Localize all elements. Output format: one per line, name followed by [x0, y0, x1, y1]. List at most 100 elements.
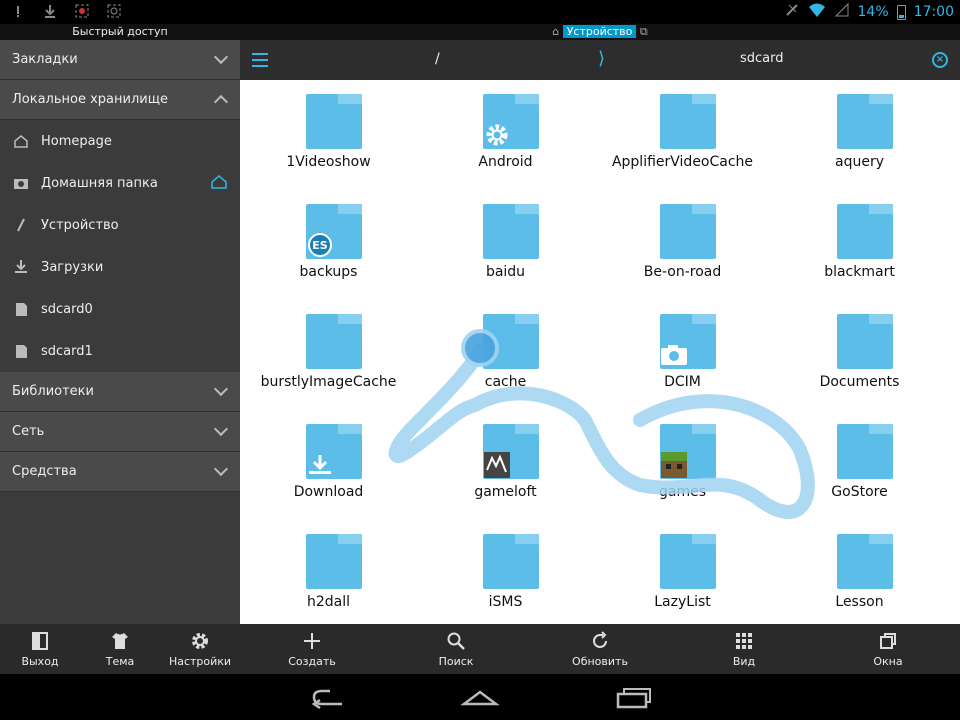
folder-icon — [660, 534, 716, 589]
folder-item[interactable]: ES backups — [240, 190, 417, 300]
home-button[interactable] — [460, 684, 500, 710]
view-button[interactable]: Вид — [672, 624, 816, 674]
section-local-storage[interactable]: Локальное хранилище — [0, 80, 240, 120]
sidebar-item-sdcard0[interactable]: sdcard0 — [0, 288, 240, 330]
refresh-icon — [593, 630, 607, 648]
folder-item[interactable]: gameloft — [417, 410, 594, 520]
folder-item[interactable]: baidu — [417, 190, 594, 300]
section-bookmarks[interactable]: Закладки — [0, 40, 240, 80]
settings-label: Настройки — [168, 654, 232, 668]
sidebar-item-homepage[interactable]: Homepage — [0, 120, 240, 162]
svg-text:ES: ES — [312, 239, 328, 252]
folder-label: DCIM — [664, 374, 701, 390]
folder-label: GoStore — [831, 484, 888, 500]
folder-icon — [483, 534, 539, 589]
sidebar-title: Быстрый доступ — [0, 24, 240, 40]
folder-icon — [837, 314, 893, 369]
folder-item[interactable]: h2dall — [240, 520, 417, 630]
section-network[interactable]: Сеть — [0, 412, 240, 452]
folder-label: 1Videoshow — [286, 154, 371, 170]
menu-icon[interactable] — [252, 53, 268, 67]
folder-item[interactable]: Be-on-road — [594, 190, 771, 300]
path-bar: / ⟩ sdcard × — [240, 40, 960, 80]
close-icon[interactable]: × — [932, 52, 948, 68]
section-label: Локальное хранилище — [12, 92, 168, 107]
windows-icon — [880, 632, 896, 649]
folder-item[interactable]: GoStore — [771, 410, 948, 520]
camera-folder-icon — [12, 174, 30, 192]
folder-icon — [837, 424, 893, 479]
theme-button[interactable]: Тема — [80, 624, 160, 674]
path-root[interactable]: / — [435, 51, 440, 67]
folder-item[interactable]: burstlyImageCache — [240, 300, 417, 410]
sidebar-item-label: Загрузки — [41, 259, 104, 275]
folder-label: cache — [484, 374, 527, 390]
folder-icon: ES — [306, 204, 362, 259]
navigation-bar — [0, 674, 960, 720]
folder-item[interactable]: Download — [240, 410, 417, 520]
folder-item[interactable]: Lesson — [771, 520, 948, 630]
chevron-down-icon — [213, 461, 229, 477]
section-label: Закладки — [12, 52, 78, 67]
section-tools[interactable]: Средства — [0, 452, 240, 492]
home-icon[interactable] — [210, 174, 228, 194]
folder-icon — [660, 204, 716, 259]
windows-button[interactable]: Окна — [816, 624, 960, 674]
home-nav-icon — [460, 690, 500, 706]
sidebar-item-downloads[interactable]: Загрузки — [0, 246, 240, 288]
search-button[interactable]: Поиск — [384, 624, 528, 674]
folder-label: burstlyImageCache — [260, 374, 397, 390]
exit-button[interactable]: Выход — [0, 624, 80, 674]
folder-icon — [660, 94, 716, 149]
folder-item[interactable]: Android — [417, 80, 594, 190]
section-libraries[interactable]: Библиотеки — [0, 372, 240, 412]
folder-item[interactable]: games — [594, 410, 771, 520]
sidebar-item-home-folder[interactable]: Домашняя папка — [0, 162, 240, 204]
back-button[interactable] — [308, 684, 348, 710]
folder-icon — [483, 94, 539, 149]
exit-icon — [32, 631, 48, 650]
sidebar-item-sdcard1[interactable]: sdcard1 — [0, 330, 240, 372]
refresh-button[interactable]: Обновить — [528, 624, 672, 674]
main-toolbar: Создать Поиск Обновить Вид Окна — [240, 624, 960, 674]
folder-item[interactable]: Documents — [771, 300, 948, 410]
sidebar-item-label: Домашняя папка — [41, 175, 158, 191]
section-label: Сеть — [12, 424, 45, 439]
recent-apps-button[interactable] — [614, 684, 654, 710]
sidebar-item-device[interactable]: Устройство — [0, 204, 240, 246]
folder-label: Be-on-road — [643, 264, 722, 280]
folder-icon — [306, 534, 362, 589]
path-current[interactable]: sdcard — [740, 51, 784, 66]
no-sim-icon — [784, 2, 800, 22]
battery-icon — [896, 4, 906, 20]
wifi-icon — [808, 2, 826, 22]
grid-view-icon — [736, 632, 752, 649]
folder-item[interactable]: blackmart — [771, 190, 948, 300]
folder-item[interactable]: iSMS — [417, 520, 594, 630]
folder-label: Documents — [819, 374, 900, 390]
folder-item[interactable]: cache — [417, 300, 594, 410]
folder-item[interactable]: DCIM — [594, 300, 771, 410]
folder-item[interactable]: aquery — [771, 80, 948, 190]
chevron-down-icon — [213, 381, 229, 397]
folder-item[interactable]: ApplifierVideoCache — [594, 80, 771, 190]
create-button[interactable]: Создать — [240, 624, 384, 674]
gameloft-badge-icon — [483, 451, 511, 479]
sidebar-item-label: Устройство — [41, 217, 119, 233]
current-location[interactable]: Устройство — [562, 25, 637, 38]
download-icon — [12, 258, 30, 276]
folder-label: backups — [299, 264, 358, 280]
folder-item[interactable]: LazyList — [594, 520, 771, 630]
folder-label: aquery — [835, 154, 884, 170]
section-label: Средства — [12, 464, 77, 479]
alert-icon — [10, 3, 26, 19]
folder-icon — [660, 314, 716, 369]
gear-badge-icon — [483, 121, 511, 149]
folder-item[interactable]: 1Videoshow — [240, 80, 417, 190]
chevron-up-icon — [213, 94, 229, 110]
folder-label: gameloft — [474, 484, 537, 500]
theme-label: Тема — [105, 654, 135, 668]
sdcard-icon — [12, 300, 30, 318]
settings-button[interactable]: Настройки — [160, 624, 240, 674]
folder-icon — [837, 534, 893, 589]
